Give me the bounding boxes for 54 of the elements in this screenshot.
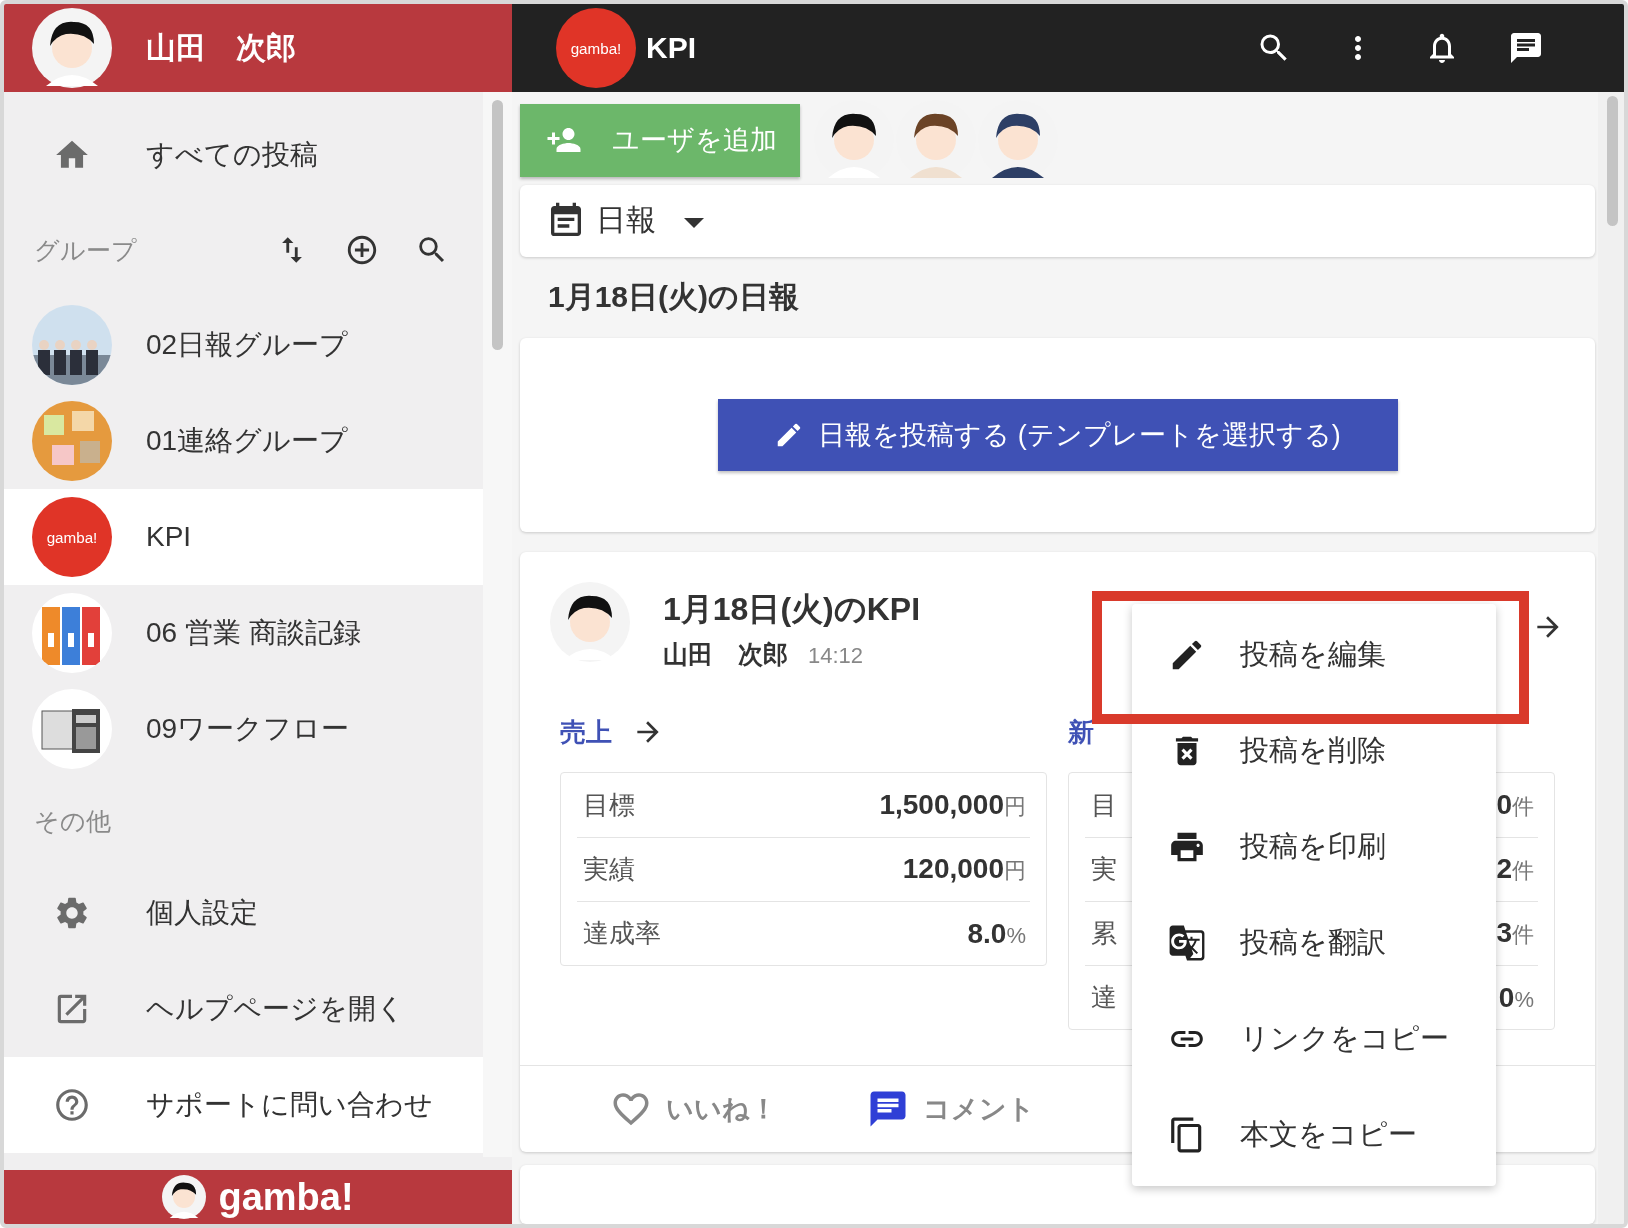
- kpi-label: 実: [1090, 853, 1117, 887]
- user-name: 山田 次郎: [146, 29, 296, 66]
- kpi-label: 達成率: [582, 917, 661, 951]
- like-button[interactable]: いいね！: [610, 1087, 777, 1130]
- menu-item[interactable]: 投稿を編集: [1132, 607, 1496, 703]
- group-item[interactable]: gamba! KPI: [4, 489, 483, 585]
- translate-icon: [1168, 924, 1206, 962]
- nav-item[interactable]: 個人設定: [4, 865, 483, 961]
- group-item[interactable]: 02日報グループ: [4, 297, 483, 393]
- chat-icon[interactable]: [1508, 30, 1544, 66]
- menu-item[interactable]: 投稿を翻訳: [1132, 895, 1496, 991]
- section-label: その他: [34, 805, 112, 837]
- kpi-value: 1,500,000円: [879, 788, 1027, 822]
- kpi-label: 実績: [582, 853, 635, 887]
- kpi-label: 達: [1090, 981, 1117, 1015]
- caret-icon: [684, 218, 704, 228]
- group-item[interactable]: 01連絡グループ: [4, 393, 483, 489]
- kpi-value: 2件: [1496, 853, 1535, 887]
- post-button[interactable]: 日報を投稿する (テンプレートを選択する): [717, 398, 1398, 471]
- kpi-label: 目: [1090, 788, 1117, 822]
- kpi-value: 120,000円: [902, 853, 1027, 887]
- kpi-label: 累: [1090, 917, 1117, 951]
- section-title[interactable]: 新: [1068, 714, 1094, 750]
- post-time: 14:12: [808, 643, 864, 670]
- add-icon[interactable]: [345, 233, 379, 267]
- section-title[interactable]: 売上: [560, 714, 612, 750]
- brand-name: gamba!: [218, 1175, 354, 1219]
- kpi-value: 3件: [1496, 917, 1535, 951]
- nav-item[interactable]: ヘルプページを開く: [4, 961, 483, 1057]
- menu-item[interactable]: 投稿を印刷: [1132, 799, 1496, 895]
- menu-item[interactable]: 投稿を削除: [1132, 703, 1496, 799]
- group-item[interactable]: 06 営業 商談記録: [4, 585, 483, 681]
- nav-item[interactable]: すべての投稿: [4, 107, 483, 203]
- group-title: KPI: [646, 31, 697, 65]
- post-title: 1月18日(火)のKPI: [663, 590, 921, 630]
- help-icon: [53, 1086, 91, 1124]
- kpi-value: 0%: [1498, 981, 1535, 1014]
- nav-item[interactable]: サポートに問い合わせ: [4, 1057, 483, 1153]
- author-name: 山田 次郎: [663, 639, 788, 671]
- kpi-value: 0件: [1496, 788, 1535, 822]
- scrollbar-thumb[interactable]: [492, 100, 503, 350]
- menu-item[interactable]: リンクをコピー: [1132, 991, 1496, 1087]
- kpi-value: 8.0%: [967, 917, 1027, 950]
- menu-item[interactable]: 本文をコピー: [1132, 1087, 1496, 1183]
- comment-button[interactable]: コメント: [867, 1087, 1035, 1130]
- scrollbar-thumb[interactable]: [1607, 96, 1618, 226]
- report-heading: 1月18日(火)の日報: [547, 278, 801, 315]
- group-logo: gamba!: [32, 497, 112, 577]
- group-item[interactable]: 09ワークフロー: [4, 681, 483, 777]
- kpi-label: 目標: [582, 788, 635, 822]
- group-logo: gamba!: [556, 8, 636, 88]
- section-label: グループ: [34, 234, 138, 266]
- mascot-icon: [162, 1175, 207, 1219]
- category-select[interactable]: 日報: [520, 185, 1595, 257]
